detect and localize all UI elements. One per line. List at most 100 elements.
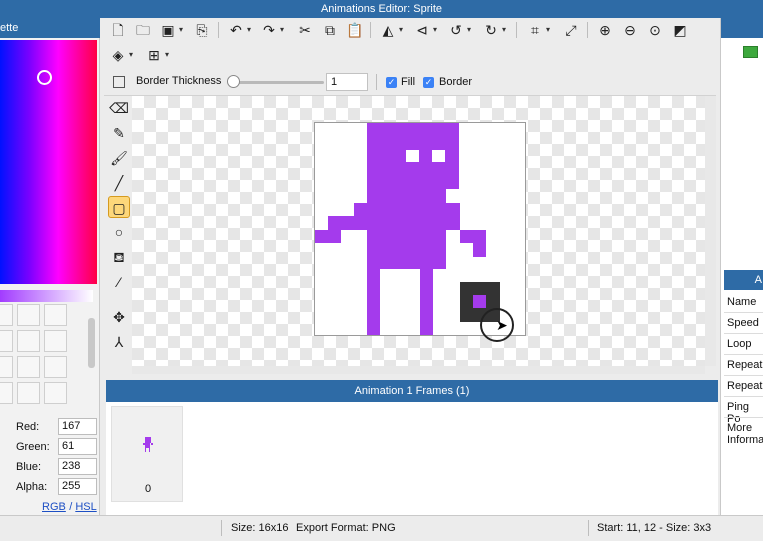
status-size: Size: 16x16 (231, 522, 289, 534)
slider-thumb[interactable] (227, 75, 240, 88)
brush-icon[interactable]: 🖌 (108, 147, 130, 169)
right-panel: A Name Speed Loop Repeat Repeat Ping Po … (720, 18, 763, 515)
flip-vertical-dropdown-icon[interactable]: ▾ (433, 25, 437, 34)
open-folder-icon[interactable]: 🗀 (133, 20, 153, 40)
undo-dropdown-icon[interactable]: ▾ (247, 25, 251, 34)
swatch[interactable] (44, 356, 67, 378)
zoom-fit-icon[interactable]: ⊙ (645, 20, 665, 40)
status-selection: Start: 11, 12 - Size: 3x3 (597, 522, 712, 534)
flip-horizontal-dropdown-icon[interactable]: ▾ (399, 25, 403, 34)
paste-icon[interactable]: 📋 (345, 20, 365, 40)
drawing-canvas[interactable]: ➤ (132, 96, 705, 366)
fill-label: Fill (401, 76, 416, 88)
color-picker-ring[interactable] (37, 70, 52, 85)
flip-vertical-icon[interactable]: ⊲ (412, 20, 432, 40)
alpha-label: Alpha: (16, 481, 48, 493)
sprite-frame[interactable]: ➤ (314, 122, 526, 342)
property-speed: Speed (727, 317, 759, 329)
green-label: Green: (16, 441, 50, 453)
alpha-field[interactable]: 255 (58, 478, 97, 495)
invert-icon[interactable]: ◩ (670, 20, 690, 40)
hsl-mode-link[interactable]: HSL (75, 501, 96, 513)
blue-field[interactable]: 238 (58, 458, 97, 475)
move-icon[interactable]: ✥ (108, 306, 130, 328)
border-thickness-label: Border Thickness (136, 75, 222, 87)
green-field[interactable]: 61 (58, 438, 97, 455)
frame-thumbnail[interactable]: 0 (111, 406, 183, 502)
mouse-pointer-icon: ➤ (496, 317, 508, 333)
rotate-left-dropdown-icon[interactable]: ▾ (467, 25, 471, 34)
alpha-strip[interactable] (0, 290, 93, 302)
eraser-icon[interactable]: ⌫ (108, 97, 130, 119)
eyedropper-icon[interactable]: ⁄ (108, 271, 130, 293)
grid-icon[interactable]: ⊞ (144, 45, 164, 65)
rectangle-icon[interactable]: ▢ (108, 196, 130, 218)
swatch[interactable] (0, 382, 13, 404)
palette-scrollbar[interactable] (88, 318, 95, 368)
frames-panel: 0 (106, 402, 718, 515)
border-thickness-slider[interactable] (229, 81, 324, 84)
status-bar: Size: 16x16 Export Format: PNG Start: 11… (0, 515, 763, 541)
red-field[interactable]: 167 (58, 418, 97, 435)
property-repeat: Repeat (727, 359, 763, 371)
rectangle-tool-indicator-icon (113, 76, 125, 88)
export-icon[interactable]: ⎘ (192, 20, 212, 40)
crop-dropdown-icon[interactable]: ▾ (546, 25, 550, 34)
ellipse-icon[interactable]: ○ (108, 221, 130, 243)
canvas-horizontal-scrollbar[interactable] (132, 366, 705, 374)
rotate-right-dropdown-icon[interactable]: ▾ (502, 25, 506, 34)
canvas-vertical-scrollbar[interactable] (705, 96, 716, 366)
rgb-mode-link[interactable]: RGB (42, 501, 66, 513)
swatch[interactable] (17, 330, 40, 352)
undo-icon[interactable]: ↶ (226, 20, 246, 40)
red-label: Red: (16, 421, 40, 433)
cut-icon[interactable]: ✂ (295, 20, 315, 40)
fill-checkbox[interactable]: ✓ (386, 77, 397, 88)
crop-icon[interactable]: ⌗ (525, 20, 545, 40)
swatch[interactable] (17, 356, 40, 378)
save-dropdown-icon[interactable]: ▾ (179, 25, 183, 34)
grid-dropdown-icon[interactable]: ▾ (165, 50, 169, 59)
new-file-icon[interactable]: 🗋 (108, 20, 128, 40)
property-more: More (727, 422, 753, 434)
palette-header: ette (0, 18, 100, 38)
swatch[interactable] (0, 356, 13, 378)
anchor-icon[interactable]: ⅄ (108, 331, 130, 353)
redo-icon[interactable]: ↷ (259, 20, 279, 40)
fill-bucket-icon[interactable]: ⛾ (108, 246, 130, 268)
border-thickness-field[interactable]: 1 (326, 73, 368, 91)
resize-icon[interactable]: ⤢ (561, 20, 581, 40)
swatch[interactable] (44, 330, 67, 352)
zoom-out-icon[interactable]: ⊖ (620, 20, 640, 40)
border-checkbox[interactable]: ✓ (423, 77, 434, 88)
color-palette-panel: ette Red: 167 Green: 61 Blue: 238 Alpha:… (0, 18, 100, 515)
status-export-format: Export Format: PNG (296, 522, 396, 534)
line-icon[interactable]: ╱ (108, 172, 130, 194)
layers-dropdown-icon[interactable]: ▾ (129, 50, 133, 59)
copy-icon[interactable]: ⧉ (320, 20, 340, 40)
tool-column: ⌫ ✎ 🖌 ╱ ▢ ○ ⛾ ⁄ ✥ ⅄ (104, 96, 132, 371)
layers-icon[interactable]: ◈ (108, 45, 128, 65)
swatch[interactable] (0, 330, 13, 352)
layer-thumbnail-icon[interactable] (743, 46, 758, 58)
rotate-left-icon[interactable]: ↺ (446, 20, 466, 40)
redo-dropdown-icon[interactable]: ▾ (280, 25, 284, 34)
right-panel-header (721, 18, 763, 38)
rotate-right-icon[interactable]: ↻ (481, 20, 501, 40)
swatch[interactable] (17, 304, 40, 326)
swatch[interactable] (44, 382, 67, 404)
blue-label: Blue: (16, 461, 42, 473)
flip-horizontal-icon[interactable]: ◭ (378, 20, 398, 40)
swatch[interactable] (44, 304, 67, 326)
swatch[interactable] (0, 304, 13, 326)
swatch-grid (0, 304, 85, 406)
pencil-icon[interactable]: ✎ (108, 122, 130, 144)
save-icon[interactable]: ▣ (158, 20, 178, 40)
swatch[interactable] (17, 382, 40, 404)
options-bar: Border Thickness 1 ✓ Fill ✓ Border (104, 70, 716, 96)
main-toolbar: 🗋 🗀 ▣ ▾ ⎘ ↶ ▾ ↷ ▾ ✂ ⧉ 📋 ◭ ▾ ⊲ ▾ ↺ ▾ ↻ ▾ … (104, 18, 716, 70)
zoom-in-icon[interactable]: ⊕ (595, 20, 615, 40)
property-information: Informa (727, 434, 763, 446)
frame-preview (143, 437, 153, 453)
property-loop: Loop (727, 338, 752, 350)
